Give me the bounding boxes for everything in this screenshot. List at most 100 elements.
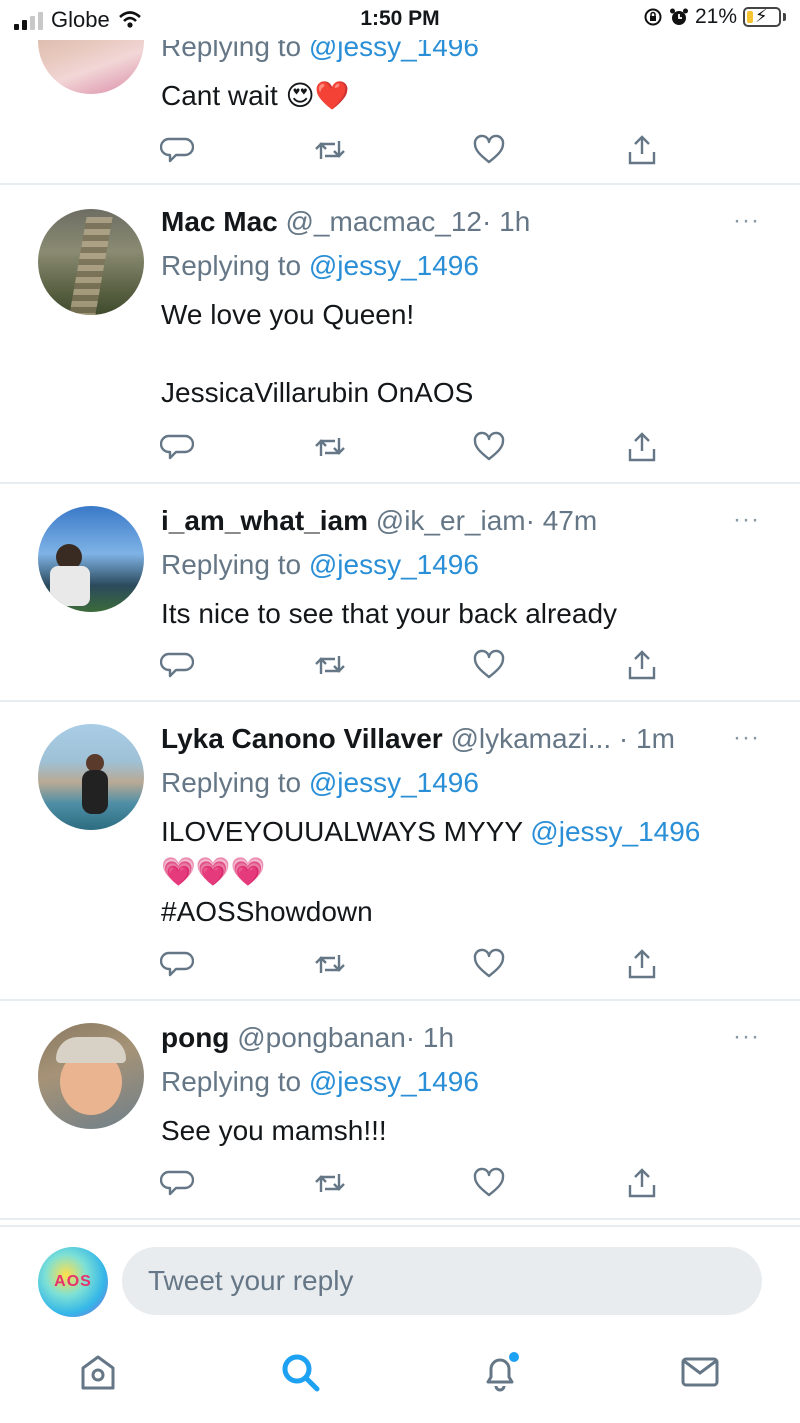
reply-icon	[159, 951, 195, 977]
like-icon	[473, 948, 505, 978]
replying-to: Replying to @jessy_1496	[161, 548, 770, 582]
share-button[interactable]	[625, 648, 665, 688]
avatar[interactable]	[38, 209, 144, 315]
reply-tweet[interactable]: Lyka Canono Villaver @lykamazi... · 1m R…	[0, 702, 800, 1001]
replying-to: Replying to @jessy_1496	[161, 766, 770, 800]
retweet-button[interactable]	[313, 430, 353, 470]
alarm-icon	[669, 8, 688, 25]
status-right: 21% ⚡	[643, 5, 786, 29]
retweet-button[interactable]	[313, 947, 353, 987]
like-icon	[473, 134, 505, 164]
like-button[interactable]	[472, 947, 512, 987]
user-name[interactable]: i_am_what_iam	[161, 505, 368, 536]
replying-prefix: Replying to	[161, 250, 302, 281]
share-icon	[628, 135, 656, 165]
tweet-time: · 1m	[618, 723, 675, 754]
tweet-actions	[159, 1166, 680, 1206]
like-button[interactable]	[472, 1166, 512, 1206]
tweet-emojis: 💗💗💗	[161, 856, 266, 887]
tweet-time: · 1h	[405, 1022, 455, 1053]
tweet-actions	[159, 133, 680, 173]
share-icon	[628, 650, 656, 680]
my-avatar[interactable]: AOS	[38, 1247, 108, 1317]
reply-tweet[interactable]: i_am_what_iam @ik_er_iam· 47m Replying t…	[0, 484, 800, 702]
tweet-text: See you mamsh!!!	[161, 1115, 387, 1146]
reply-button[interactable]	[159, 430, 200, 470]
user-handle[interactable]: @lykamazi...	[450, 723, 611, 754]
retweet-button[interactable]	[313, 133, 353, 173]
like-button[interactable]	[472, 133, 512, 173]
tweet-header: i_am_what_iam @ik_er_iam· 47m	[161, 504, 770, 538]
share-icon	[628, 1168, 656, 1198]
replying-prefix: Replying to	[161, 549, 302, 580]
reply-button[interactable]	[159, 947, 200, 987]
rotation-lock-icon	[644, 8, 662, 26]
search-tab[interactable]	[278, 1350, 328, 1400]
tweet-text: Cant wait 😍❤️	[161, 80, 350, 111]
share-button[interactable]	[625, 1166, 665, 1206]
reply-tweet[interactable]: Mac Mac @_macmac_12· 1h Replying to @jes…	[0, 185, 800, 484]
home-icon	[81, 1355, 115, 1390]
replying-handle[interactable]: @jessy_1496	[309, 250, 479, 281]
more-options-icon[interactable]: ···	[733, 724, 760, 752]
reply-tweet[interactable]: pong @pongbanan· 1h Replying to @jessy_1…	[0, 1001, 800, 1220]
tweet-actions	[159, 430, 680, 470]
retweet-icon	[315, 955, 345, 973]
replying-prefix: Replying to	[161, 767, 302, 798]
reply-button[interactable]	[159, 133, 200, 173]
like-button[interactable]	[472, 430, 512, 470]
tweet-text-body: ILOVEYOUUALWAYS MYYY	[161, 816, 523, 847]
more-options-icon[interactable]: ···	[733, 506, 760, 534]
avatar[interactable]	[38, 506, 144, 612]
replying-handle[interactable]: @jessy_1496	[309, 767, 479, 798]
tweet-hashtag[interactable]: #AOSShowdown	[161, 892, 770, 932]
reply-icon	[159, 137, 195, 163]
battery-tip	[783, 13, 786, 21]
avatar[interactable]	[38, 724, 144, 830]
messages-tab[interactable]	[678, 1350, 728, 1400]
replying-handle[interactable]: @jessy_1496	[309, 549, 479, 580]
tweet-header: Lyka Canono Villaver @lykamazi... · 1m	[161, 722, 770, 756]
replying-to: Replying to @jessy_1496	[161, 249, 770, 283]
more-options-icon[interactable]: ···	[733, 1023, 760, 1051]
bell-icon	[486, 1352, 519, 1392]
tweet-time: · 1h	[482, 206, 531, 237]
retweet-icon	[315, 1174, 345, 1192]
battery-icon: ⚡	[743, 6, 781, 27]
tweet-text-line: We love you Queen!	[161, 299, 415, 330]
reply-input[interactable]: Tweet your reply	[122, 1247, 762, 1315]
user-name[interactable]: pong	[161, 1022, 229, 1053]
reply-button[interactable]	[159, 648, 200, 688]
reply-button[interactable]	[159, 1166, 200, 1206]
retweet-icon	[315, 438, 345, 456]
search-icon	[282, 1354, 320, 1392]
notifications-tab[interactable]	[478, 1350, 528, 1400]
user-name[interactable]: Mac Mac	[161, 206, 278, 237]
like-icon	[473, 649, 505, 679]
charging-icon: ⚡	[755, 6, 768, 26]
tweet-text: Its nice to see that your back already	[161, 598, 618, 629]
retweet-icon	[315, 141, 345, 159]
user-handle[interactable]: @pongbanan	[237, 1022, 406, 1053]
tweet-text: ILOVEYOUUALWAYS MYYY @jessy_1496	[161, 812, 770, 852]
user-handle[interactable]: @ik_er_iam	[376, 505, 526, 536]
replying-handle[interactable]: @jessy_1496	[309, 1066, 479, 1097]
reply-composer: AOS Tweet your reply	[0, 1225, 800, 1337]
retweet-button[interactable]	[313, 1166, 353, 1206]
avatar[interactable]	[38, 1023, 144, 1129]
retweet-icon	[315, 656, 345, 674]
bottom-tab-bar	[0, 1340, 800, 1423]
user-name[interactable]: Lyka Canono Villaver	[161, 723, 443, 754]
tweet-time: · 47m	[525, 505, 598, 536]
tweet-mention[interactable]: @jessy_1496	[530, 816, 700, 847]
share-button[interactable]	[625, 133, 665, 173]
share-button[interactable]	[625, 947, 665, 987]
more-options-icon[interactable]: ···	[733, 207, 760, 235]
tweet-header: pong @pongbanan· 1h	[161, 1021, 770, 1055]
share-button[interactable]	[625, 430, 665, 470]
retweet-button[interactable]	[313, 648, 353, 688]
user-handle[interactable]: @_macmac_12	[286, 206, 483, 237]
like-button[interactable]	[472, 648, 512, 688]
home-tab[interactable]	[76, 1350, 126, 1400]
like-icon	[473, 1167, 505, 1197]
